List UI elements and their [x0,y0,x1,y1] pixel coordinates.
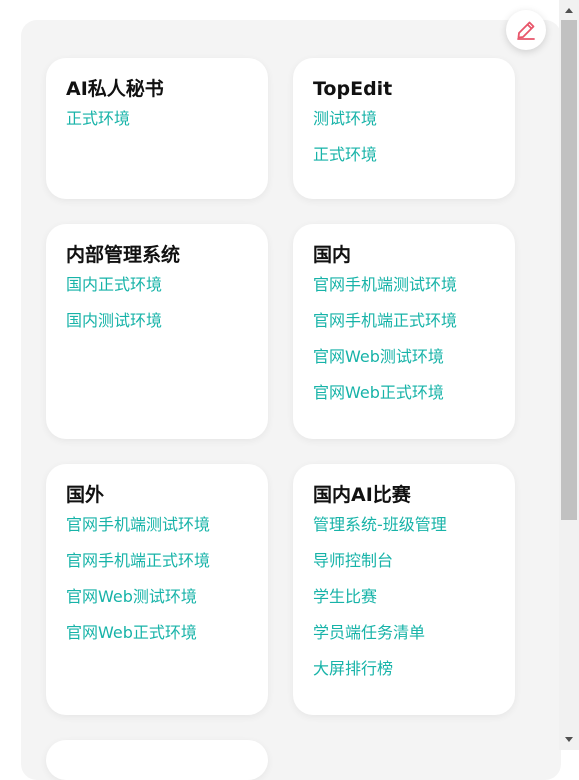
card-title: AI私人秘书 [66,78,164,100]
link-leaderboard[interactable]: 大屏排行榜 [313,659,495,679]
link-web-test[interactable]: 官网Web测试环境 [313,347,495,367]
card-title: 国内 [313,244,352,266]
link-mobile-production[interactable]: 官网手机端正式环境 [66,551,248,571]
card-title: 国外 [66,484,105,506]
link-domestic-production[interactable]: 国内正式环境 [66,275,248,295]
card-title: 内部管理系统 [66,244,181,266]
link-mobile-test[interactable]: 官网手机端测试环境 [66,515,248,535]
link-student-task-list[interactable]: 学员端任务清单 [313,623,495,643]
card-internal-admin: 内部管理系统 国内正式环境 国内测试环境 [46,224,268,439]
link-student-contest[interactable]: 学生比赛 [313,587,495,607]
link-class-management[interactable]: 管理系统-班级管理 [313,515,495,535]
card-ai-secretary: AI私人秘书 正式环境 [46,58,268,199]
card-title: TopEdit [313,78,393,100]
link-production-env[interactable]: 正式环境 [313,145,495,165]
card-partial [46,740,268,780]
pencil-icon [517,21,535,40]
card-topedit: TopEdit 测试环境 正式环境 [293,58,515,199]
link-web-production[interactable]: 官网Web正式环境 [313,383,495,403]
link-web-test[interactable]: 官网Web测试环境 [66,587,248,607]
link-domestic-test[interactable]: 国内测试环境 [66,311,248,331]
link-production-env[interactable]: 正式环境 [66,109,248,129]
scroll-up-arrow[interactable] [559,2,579,18]
link-mobile-production[interactable]: 官网手机端正式环境 [313,311,495,331]
card-title: 国内AI比赛 [313,484,411,506]
link-test-env[interactable]: 测试环境 [313,109,495,129]
card-domestic-ai-contest: 国内AI比赛 管理系统-班级管理 导师控制台 学生比赛 学员端任务清单 大屏排行… [293,464,515,715]
link-mentor-console[interactable]: 导师控制台 [313,551,495,571]
card-domestic: 国内 官网手机端测试环境 官网手机端正式环境 官网Web测试环境 官网Web正式… [293,224,515,439]
edit-button[interactable] [506,10,546,50]
link-web-production[interactable]: 官网Web正式环境 [66,623,248,643]
scrollbar-thumb[interactable] [561,20,577,520]
link-mobile-test[interactable]: 官网手机端测试环境 [313,275,495,295]
scroll-down-arrow[interactable] [559,732,579,748]
card-overseas: 国外 官网手机端测试环境 官网手机端正式环境 官网Web测试环境 官网Web正式… [46,464,268,715]
